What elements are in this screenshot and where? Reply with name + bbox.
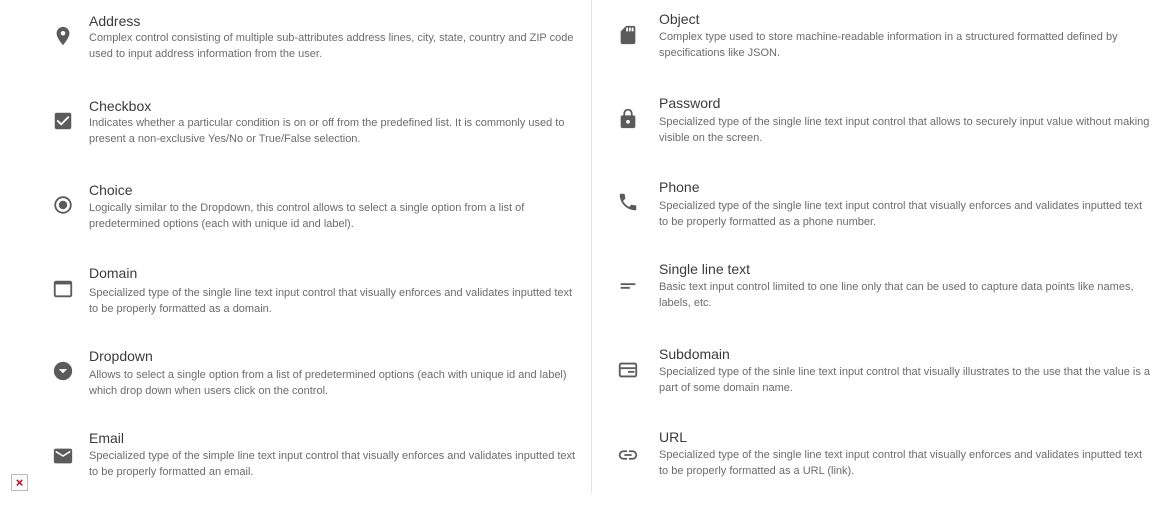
control-description: Logically similar to the Dropdown, this … xyxy=(89,202,525,230)
control-title: Domain xyxy=(89,265,138,281)
control-description: Complex type used to store machine-reada… xyxy=(659,31,1118,59)
control-title: Address xyxy=(89,13,141,29)
web-window-icon xyxy=(617,359,639,381)
link-icon xyxy=(617,444,639,466)
control-description: Complex control consisting of multiple s… xyxy=(89,32,574,60)
phone-icon xyxy=(617,191,639,213)
radio-button-icon xyxy=(52,194,74,216)
dropdown-circle-icon xyxy=(52,360,74,382)
control-item-single-line-text[interactable]: Single line text Basic text input contro… xyxy=(593,261,1154,345)
control-title: Password xyxy=(659,95,721,111)
control-item-url[interactable]: URL Specialized type of the single line … xyxy=(593,429,1154,515)
envelope-icon xyxy=(52,445,74,467)
control-item-address[interactable]: Address Complex control consisting of mu… xyxy=(0,10,591,90)
lock-icon xyxy=(617,108,639,130)
control-list-right: Object Complex type used to store machin… xyxy=(593,0,1154,493)
control-list-left: Address Complex control consisting of mu… xyxy=(0,0,591,493)
control-description: Allows to select a single option from a … xyxy=(89,369,567,397)
control-item-subdomain[interactable]: Subdomain Specialized type of the sinle … xyxy=(593,346,1154,430)
control-title: Single line text xyxy=(659,261,751,277)
sd-card-icon xyxy=(617,24,639,46)
control-description: Basic text input control limited to one … xyxy=(659,281,1134,309)
control-item-phone[interactable]: Phone Specialized type of the single lin… xyxy=(593,179,1154,260)
control-description: Specialized type of the single line text… xyxy=(89,287,573,315)
control-description: Specialized type of the simple line text… xyxy=(89,450,576,478)
control-item-dropdown[interactable]: Dropdown Allows to select a single optio… xyxy=(0,348,591,430)
control-item-choice[interactable]: Choice Logically similar to the Dropdown… xyxy=(0,180,591,260)
control-item-password[interactable]: Password Specialized type of the single … xyxy=(593,95,1154,175)
control-description: Specialized type of the single line text… xyxy=(659,116,1150,144)
control-title: Phone xyxy=(659,179,700,195)
control-item-object[interactable]: Object Complex type used to store machin… xyxy=(593,10,1154,90)
control-item-checkbox[interactable]: Checkbox Indicates whether a particular … xyxy=(0,95,591,175)
control-title: URL xyxy=(659,429,688,445)
checkbox-icon xyxy=(52,110,74,132)
control-title: Subdomain xyxy=(659,346,730,362)
control-item-domain[interactable]: Domain Specialized type of the single li… xyxy=(0,265,591,345)
control-item-email[interactable]: Email Specialized type of the simple lin… xyxy=(0,430,591,515)
control-description: Specialized type of the single line text… xyxy=(659,200,1143,228)
control-description: Specialized type of the single line text… xyxy=(659,449,1143,477)
short-text-icon xyxy=(617,275,639,297)
control-title: Object xyxy=(659,11,700,27)
location-pin-icon xyxy=(52,25,74,47)
control-title: Checkbox xyxy=(89,98,152,114)
control-title: Dropdown xyxy=(89,348,153,364)
column-divider xyxy=(591,0,592,493)
control-description: Specialized type of the sinle line text … xyxy=(659,366,1150,394)
control-description: Indicates whether a particular condition… xyxy=(89,117,565,145)
broken-image-icon: × xyxy=(11,474,28,491)
control-title: Email xyxy=(89,430,125,446)
browser-window-icon xyxy=(52,278,74,300)
control-title: Choice xyxy=(89,182,133,198)
